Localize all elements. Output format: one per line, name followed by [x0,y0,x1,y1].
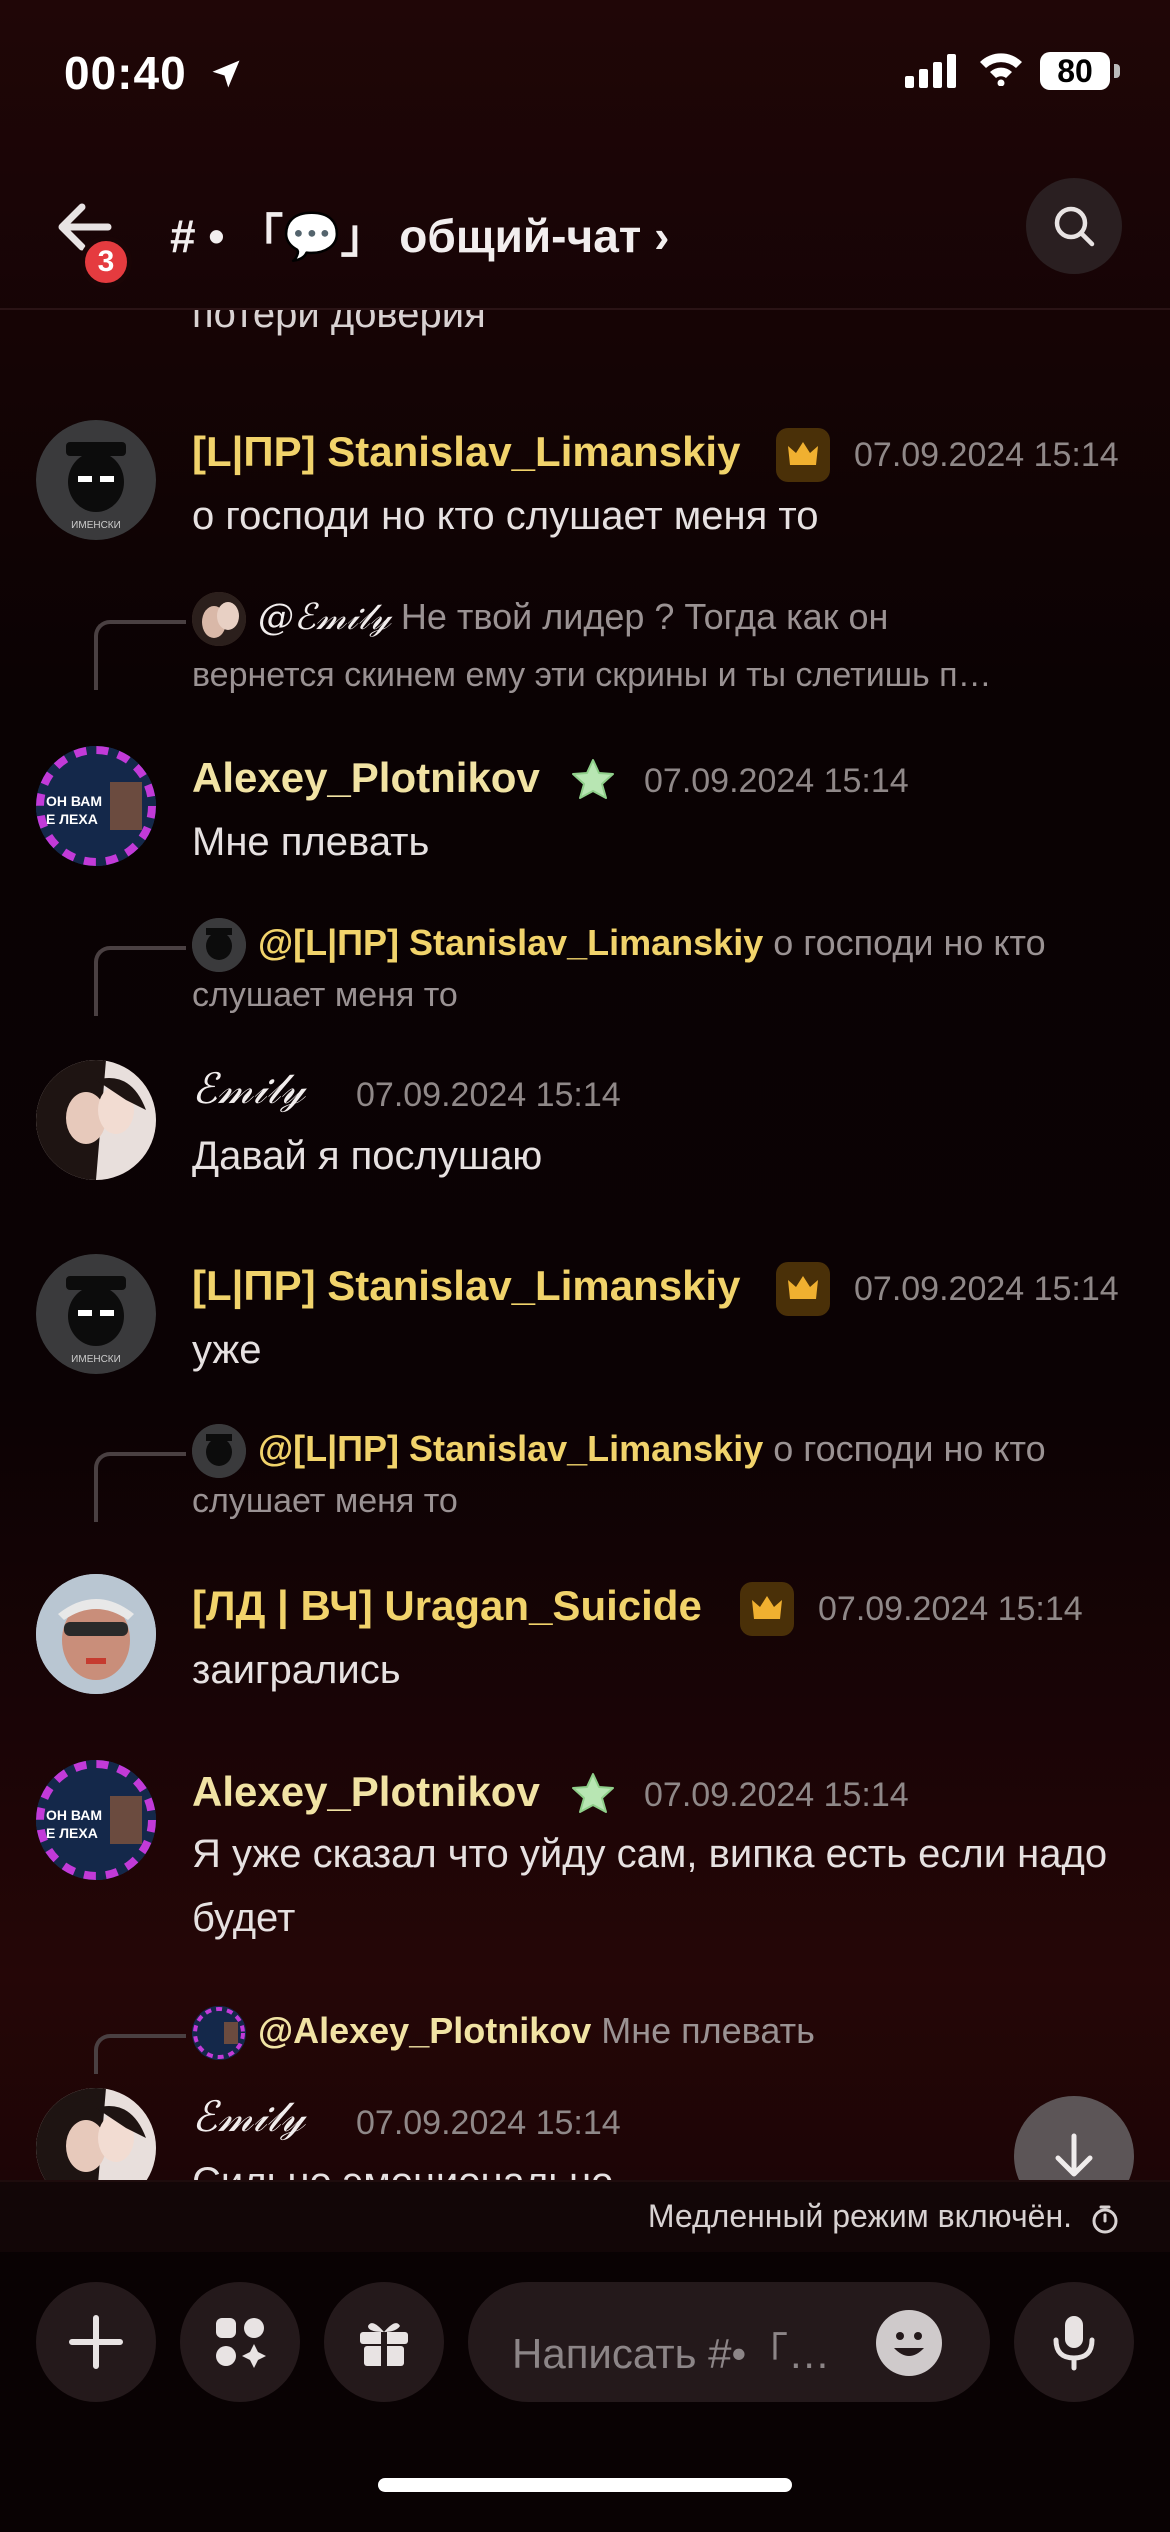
message-text: заигрались [192,1648,401,1692]
add-attachment-button[interactable] [36,2282,156,2402]
timestamp: 07.09.2024 15:14 [854,1270,1119,1308]
reply-text: @[L|ПР] Stanislav_Limanskiy о господи но… [258,1428,1046,1470]
emoji-button[interactable] [876,2310,942,2376]
avatar-alexey[interactable]: ОН ВАМ Е ЛЕХА [36,746,156,866]
timestamp: 07.09.2024 15:14 [356,2104,621,2142]
message-text: Сильно эмоционально . [192,2150,1132,2180]
crown-icon [740,1582,794,1636]
battery-tip [1114,64,1120,78]
reply-snippet: Не твой лидер ? Тогда как он [400,596,889,637]
avatar-emily[interactable] [36,1060,156,1180]
message-input-placeholder: Написать #•「… [512,2330,831,2377]
avatar-stanislav[interactable]: ИМЕНСКИ [36,1254,156,1374]
slowmode-text: Медленный режим включён. [647,2198,1072,2234]
star-icon [566,754,620,808]
crown-icon [776,1262,830,1316]
message-text: о господи но кто слушает меня то [192,494,819,538]
reply-text: @[L|ПР] Stanislav_Limanskiy о господи но… [258,922,1046,964]
star-icon [566,1768,620,1822]
plus-icon [69,2315,123,2369]
arrow-down-icon [1055,2133,1093,2177]
message-text: Мне плевать [192,820,430,864]
svg-text:ОН ВАМ: ОН ВАМ [46,793,102,809]
reply-connector [94,620,186,690]
reply-mention: @[L|ПР] Stanislav_Limanskiy [258,922,764,963]
reply-mention: @ℰ𝓂𝒾𝓁𝓎 [258,597,391,638]
crown-icon [776,428,830,482]
avatar-emily[interactable] [36,2088,156,2180]
message-text: потери доверия [192,310,486,336]
reply-text: @ℰ𝓂𝒾𝓁𝓎 Не твой лидер ? Тогда как он [258,596,888,639]
home-indicator [378,2478,792,2492]
timer-icon [1092,2205,1118,2234]
reply-connector [94,946,186,1016]
reply-avatar [192,918,246,972]
timestamp: 07.09.2024 15:14 [854,436,1119,474]
gift-icon [360,2323,408,2366]
reply-snippet: о господи но кто [773,1428,1046,1469]
reply-mention: @Alexey_Plotnikov [258,2010,592,2051]
emoji-icon [894,2332,924,2356]
channel-header: 3 # • 「💬」 общий-чат › [0,160,1170,310]
apps-button[interactable] [180,2282,300,2402]
voice-message-button[interactable] [1014,2282,1134,2402]
channel-title[interactable]: # • 「💬」 общий-чат › [170,200,669,266]
timestamp: 07.09.2024 15:14 [644,762,909,800]
reply-connector [94,1452,186,1522]
author-name[interactable]: Alexey_Plotnikov [192,1768,540,1816]
composer: Написать #•「… [0,2252,1170,2532]
author-name[interactable]: Alexey_Plotnikov [192,754,540,802]
reply-snippet-cont: слушает меня то [192,1482,458,1520]
reply-avatar [192,1424,246,1478]
reply-avatar [192,2006,246,2060]
message-text: Давай я послушаю [192,1134,543,1178]
reply-connector [94,2034,186,2074]
author-name[interactable]: [L|ПР] Stanislav_Limanskiy [192,428,740,476]
timestamp: 07.09.2024 15:14 [356,1076,621,1114]
search-button[interactable] [1026,178,1122,274]
location-arrow-icon [212,60,240,88]
slowmode-bar: Медленный режим включён. [0,2180,1170,2252]
apps-icon [216,2318,266,2368]
message-text: уже [192,1328,262,1372]
message-text: Я уже сказал что уйду сам, випка есть ес… [192,1832,1108,1940]
avatar-uragan[interactable] [36,1574,156,1694]
cellular-signal-icon [905,54,956,88]
reply-snippet: Мне плевать [601,2010,815,2051]
avatar-stanislav[interactable]: ИМЕНСКИ [36,420,156,540]
reply-text: @Alexey_Plotnikov Мне плевать [258,2010,815,2052]
timestamp: 07.09.2024 15:14 [818,1590,1083,1628]
unread-badge: 3 [80,236,132,288]
message-input[interactable]: Написать #•「… [468,2282,990,2402]
battery-indicator: 80 [1040,52,1110,90]
author-name[interactable]: ℰ𝓂𝒾𝓁𝓎 [192,1064,305,1114]
svg-text:ОН ВАМ: ОН ВАМ [46,1807,102,1823]
search-icon [1054,206,1095,247]
svg-text:Е ЛЕХА: Е ЛЕХА [46,811,98,827]
svg-text:Е ЛЕХА: Е ЛЕХА [46,1825,98,1841]
avatar-alexey[interactable]: ОН ВАМ Е ЛЕХА [36,1760,156,1880]
reply-snippet-cont: слушает меня то [192,976,458,1014]
microphone-icon [1053,2316,1095,2371]
author-name[interactable]: [L|ПР] Stanislav_Limanskiy [192,1262,740,1310]
status-bar: 00:40 80 [0,0,1170,150]
wifi-icon [980,53,1022,86]
reply-snippet: о господи но кто [773,922,1046,963]
clock: 00:40 [64,47,187,99]
gift-button[interactable] [324,2282,444,2402]
timestamp: 07.09.2024 15:14 [644,1776,909,1814]
reply-mention: @[L|ПР] Stanislav_Limanskiy [258,1428,764,1469]
reply-snippet-cont: вернется скинем ему эти скрины и ты слет… [192,656,992,694]
message-list[interactable]: потери доверия ИМЕНСКИ [L|ПР] Stanislav_… [0,310,1170,2180]
reply-avatar [192,592,246,646]
author-name[interactable]: ℰ𝓂𝒾𝓁𝓎 [192,2092,305,2142]
svg-text:ИМЕНСКИ: ИМЕНСКИ [71,1354,121,1365]
svg-text:ИМЕНСКИ: ИМЕНСКИ [71,520,121,531]
author-name[interactable]: [ЛД | ВЧ] Uragan_Suicide [192,1582,702,1630]
